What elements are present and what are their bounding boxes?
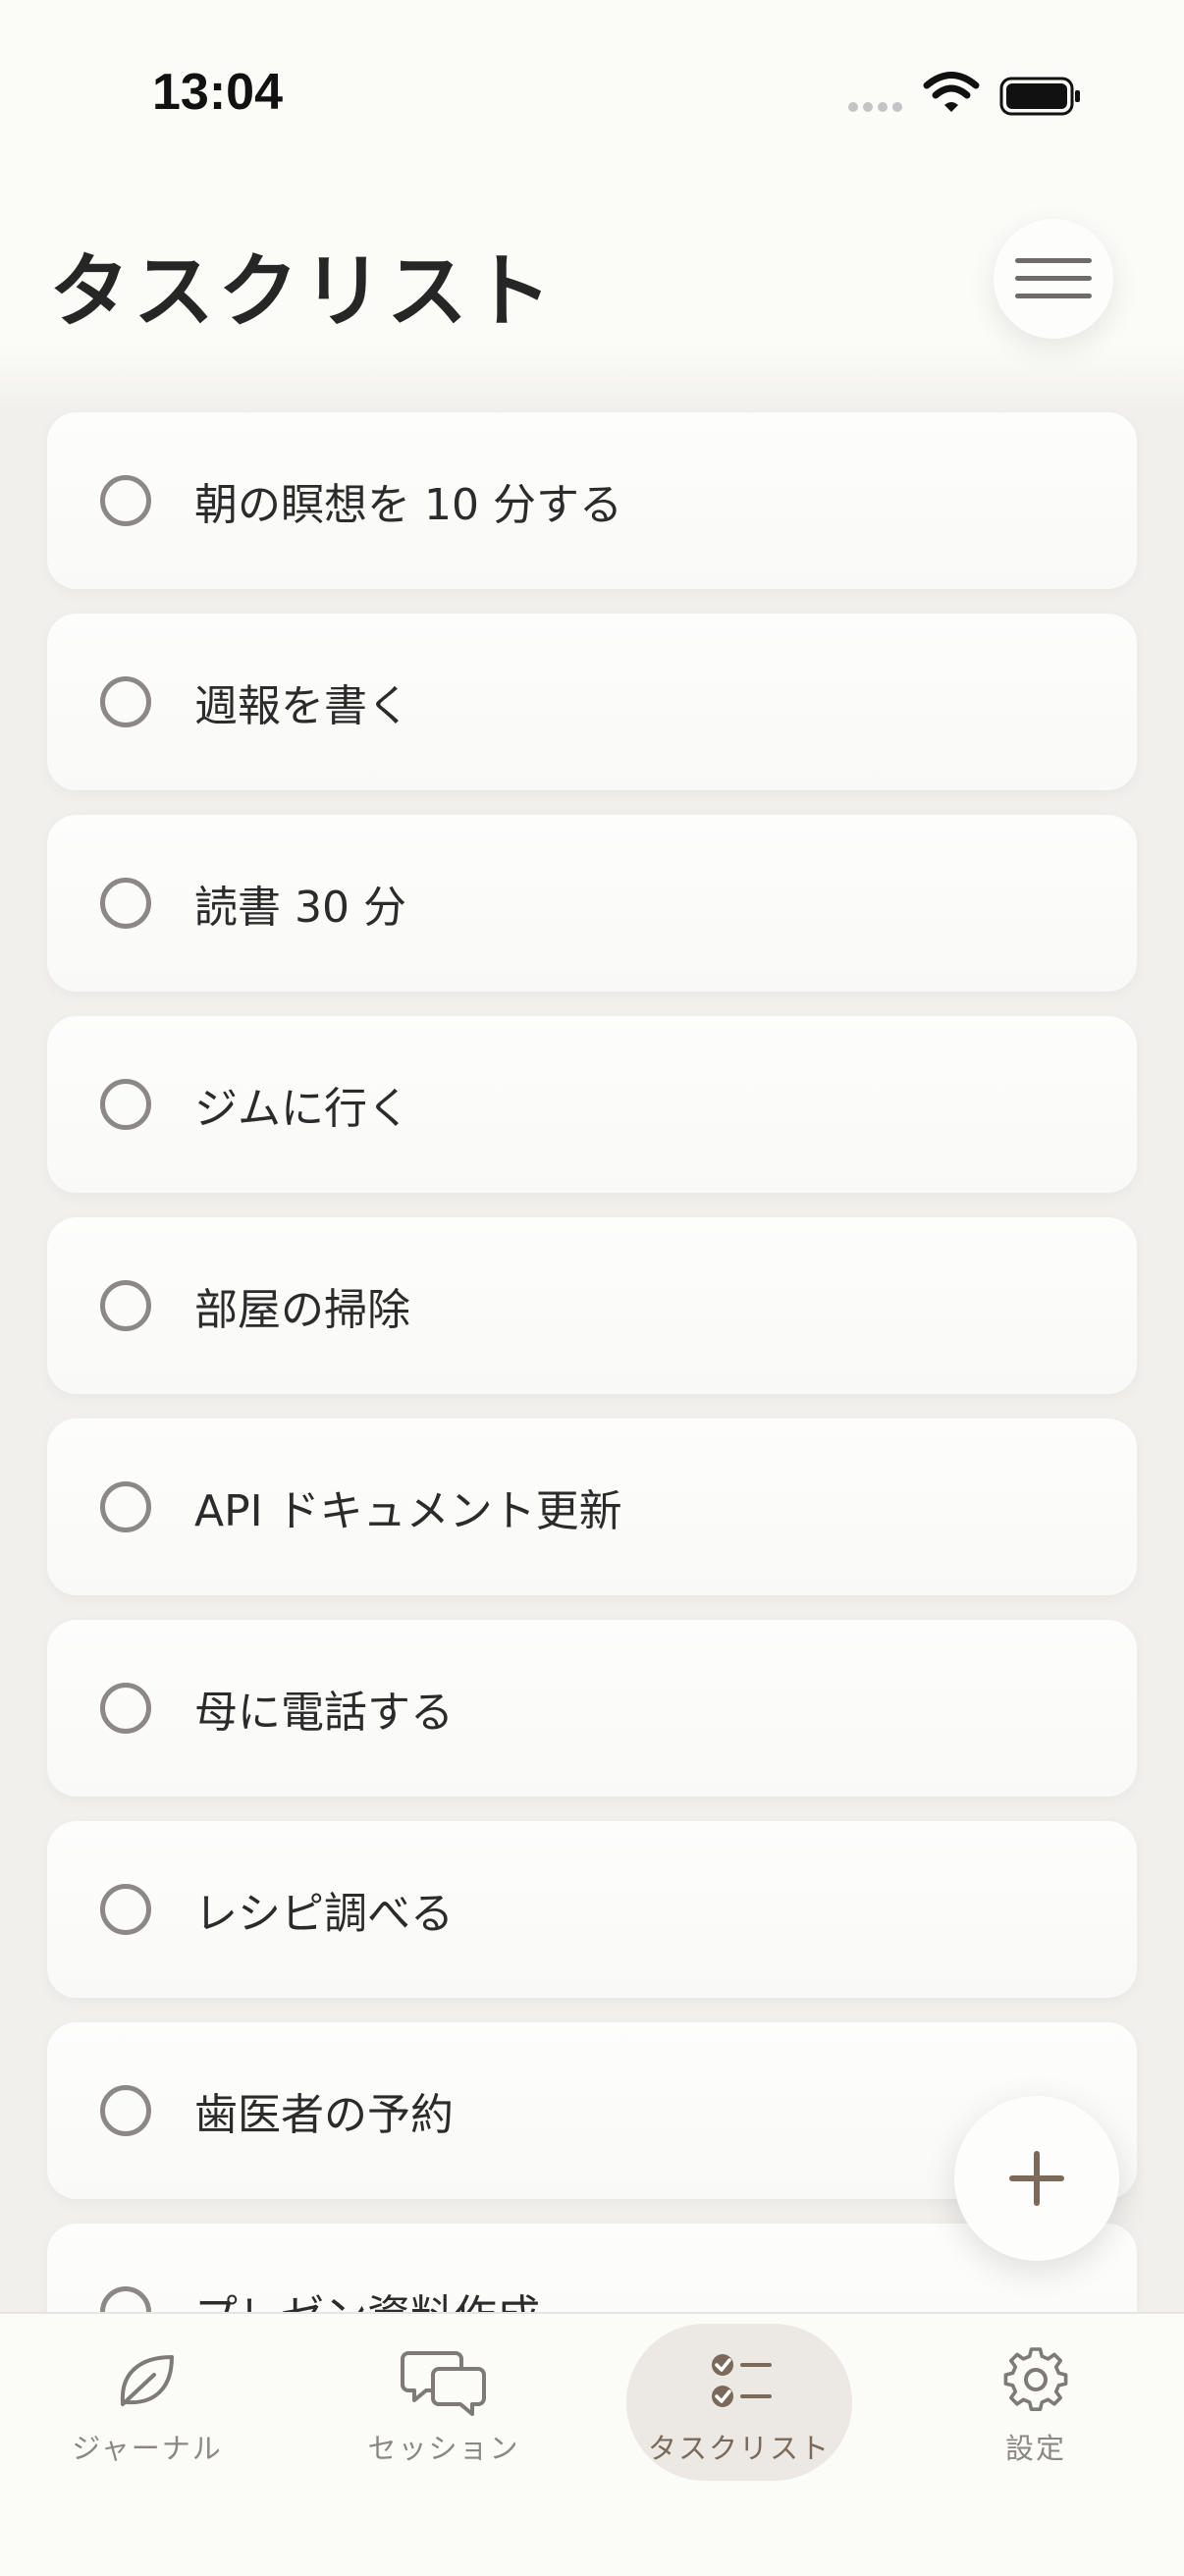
task-label: 読書 30 分 bbox=[194, 883, 406, 933]
task-label: 部屋の掃除 bbox=[194, 1285, 410, 1335]
task-checkbox[interactable] bbox=[100, 1079, 151, 1130]
task-item[interactable]: 週報を書く bbox=[47, 614, 1137, 790]
task-label: 週報を書く bbox=[194, 681, 410, 731]
task-item[interactable]: レシピ調べる bbox=[47, 1821, 1137, 1998]
task-checkbox[interactable] bbox=[100, 878, 151, 929]
plus-icon bbox=[1009, 2151, 1064, 2206]
page-title: タスクリスト bbox=[49, 245, 557, 339]
task-label: ジムに行く bbox=[194, 1084, 410, 1134]
header: タスクリスト bbox=[0, 187, 1184, 412]
task-item[interactable]: API ドキュメント更新 bbox=[47, 1419, 1137, 1595]
task-checkbox[interactable] bbox=[100, 1280, 151, 1331]
task-checkbox[interactable] bbox=[100, 1683, 151, 1734]
task-label: 母に電話する bbox=[194, 1688, 454, 1738]
tab-label: セッション bbox=[367, 2432, 520, 2465]
status-bar: 13:04 bbox=[0, 0, 1184, 187]
task-label: 歯医者の予約 bbox=[194, 2090, 454, 2140]
task-checkbox[interactable] bbox=[100, 676, 151, 727]
task-item[interactable]: 母に電話する bbox=[47, 1620, 1137, 1797]
chat-bubbles-icon bbox=[401, 2351, 486, 2416]
tab-bar: ジャーナル セッション タスクリスト 設定 bbox=[0, 2312, 1184, 2576]
task-label: レシピ調べる bbox=[194, 1889, 454, 1939]
task-checkbox[interactable] bbox=[100, 2085, 151, 2136]
wifi-icon bbox=[923, 72, 980, 112]
task-item[interactable]: 朝の瞑想を 10 分する bbox=[47, 412, 1137, 589]
task-label: 朝の瞑想を 10 分する bbox=[194, 480, 622, 530]
task-item[interactable]: 部屋の掃除 bbox=[47, 1217, 1137, 1394]
tab-journal[interactable]: ジャーナル bbox=[34, 2324, 260, 2481]
task-item[interactable]: 読書 30 分 bbox=[47, 815, 1137, 992]
menu-button[interactable] bbox=[994, 219, 1113, 339]
cellular-signal-icon bbox=[848, 102, 902, 112]
tab-settings[interactable]: 設定 bbox=[923, 2324, 1149, 2481]
tab-label: 設定 bbox=[1004, 2432, 1066, 2465]
task-label: API ドキュメント更新 bbox=[194, 1486, 622, 1536]
task-list: 朝の瞑想を 10 分する 週報を書く 読書 30 分 ジムに行く 部屋の掃除 A… bbox=[47, 412, 1137, 2425]
tab-sessions[interactable]: セッション bbox=[331, 2324, 557, 2481]
tab-label: ジャーナル bbox=[72, 2432, 223, 2465]
task-checkbox[interactable] bbox=[100, 1884, 151, 1935]
tab-label: タスクリスト bbox=[647, 2432, 831, 2465]
battery-icon bbox=[999, 77, 1080, 116]
gear-icon bbox=[1003, 2347, 1068, 2412]
add-task-button[interactable] bbox=[954, 2096, 1119, 2261]
hamburger-menu-icon bbox=[1015, 258, 1092, 298]
task-checkbox[interactable] bbox=[100, 1481, 151, 1532]
checklist-icon bbox=[712, 2354, 772, 2407]
status-time: 13:04 bbox=[152, 64, 283, 121]
leaf-icon bbox=[120, 2355, 174, 2406]
tab-tasklist[interactable]: タスクリスト bbox=[626, 2324, 852, 2481]
task-item[interactable]: ジムに行く bbox=[47, 1016, 1137, 1193]
task-checkbox[interactable] bbox=[100, 475, 151, 526]
